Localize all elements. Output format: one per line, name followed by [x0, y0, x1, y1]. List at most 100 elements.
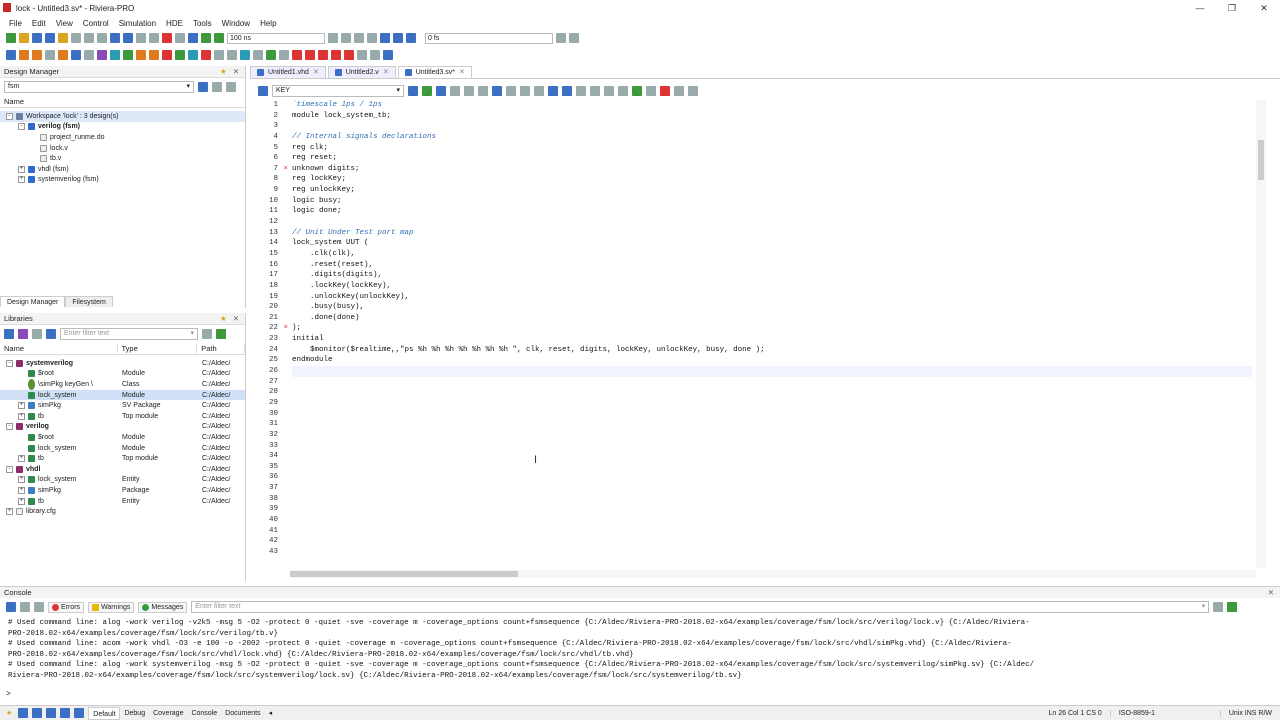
code-line[interactable]: .lockKey(lockKey),	[292, 281, 1252, 292]
messages-filter-button[interactable]: Messages	[138, 601, 188, 613]
pane-close-icon[interactable]: ✕	[233, 67, 239, 76]
align-icon[interactable]	[590, 85, 600, 96]
code-line[interactable]	[292, 504, 1252, 515]
binoculars-icon[interactable]	[258, 85, 268, 96]
check-icon[interactable]	[632, 85, 642, 96]
wrap-icon[interactable]	[548, 85, 558, 96]
menu-item-hde[interactable]: HDE	[161, 19, 188, 28]
menu-item-tools[interactable]: Tools	[188, 19, 217, 28]
error-marker-icon[interactable]: ×	[283, 323, 288, 334]
settings-icon[interactable]	[45, 50, 55, 60]
jump-icon[interactable]	[646, 85, 656, 96]
h-scrollbar-thumb[interactable]	[290, 571, 518, 577]
debug-icon[interactable]	[175, 50, 185, 60]
library-row[interactable]: + tb Entity C:/Aldec/	[0, 496, 245, 507]
layout-tab-console[interactable]: Console	[187, 707, 221, 720]
init-sim-icon[interactable]	[188, 33, 198, 43]
misc-icon[interactable]	[357, 50, 367, 60]
console-pin-icon[interactable]	[20, 602, 30, 612]
code-line[interactable]: $monitor($realtime,,"ps %h %h %h %h %h %…	[292, 345, 1252, 356]
step-icon[interactable]	[341, 33, 351, 43]
code-line[interactable]: .clk(clk),	[292, 249, 1252, 260]
library-row[interactable]: - vhdl C:/Aldec/	[0, 464, 245, 475]
console-prompt[interactable]: >	[6, 689, 11, 698]
watch-icon[interactable]	[227, 50, 237, 60]
editor-tab[interactable]: Untitled3.sv* ✕	[397, 66, 472, 78]
signal-icon[interactable]	[240, 50, 250, 60]
tab-close-icon[interactable]: ✕	[383, 67, 389, 79]
open-folder-icon[interactable]	[19, 33, 29, 43]
restart-icon[interactable]	[367, 33, 377, 43]
console-clear-icon[interactable]	[34, 602, 44, 612]
console-menu-icon[interactable]	[6, 602, 16, 612]
design-tree-item[interactable]: tb.v	[0, 153, 245, 164]
code-line[interactable]	[292, 472, 1252, 483]
code-line[interactable]	[292, 451, 1252, 462]
console-refresh-icon[interactable]	[1227, 602, 1238, 612]
code-line[interactable]	[292, 366, 1252, 377]
find-next-icon[interactable]	[408, 85, 418, 96]
library-add-icon[interactable]	[32, 50, 42, 60]
lib-new-icon[interactable]	[4, 329, 14, 339]
library-row[interactable]: $root Module C:/Aldec/	[0, 432, 245, 443]
library-column-path[interactable]: Path	[197, 344, 245, 353]
layout-tab-coverage[interactable]: Coverage	[149, 707, 187, 720]
code-line[interactable]: );	[292, 323, 1252, 334]
menu-item-edit[interactable]: Edit	[27, 19, 51, 28]
editor-tab[interactable]: Untitled1.vhd ✕	[250, 66, 326, 78]
save-icon[interactable]	[32, 33, 42, 43]
record-icon[interactable]	[201, 50, 211, 60]
tab-filesystem[interactable]: Filesystem	[65, 296, 113, 307]
design-tree-item[interactable]: lock.v	[0, 143, 245, 154]
design-browser-icon[interactable]	[71, 50, 81, 60]
indent-icon[interactable]	[492, 85, 502, 96]
code-line[interactable]	[292, 419, 1252, 430]
scrollbar-thumb[interactable]	[1258, 140, 1264, 180]
code-line[interactable]: logic done;	[292, 206, 1252, 217]
code-line[interactable]: reg reset;	[292, 153, 1252, 164]
expand-icon[interactable]: +	[18, 476, 25, 484]
library-column-type[interactable]: Type	[118, 344, 198, 353]
code-line[interactable]: reg clk;	[292, 143, 1252, 154]
pane-close-icon[interactable]: ✕	[1268, 588, 1274, 597]
compile-icon[interactable]	[175, 33, 185, 43]
code-line[interactable]: logic busy;	[292, 196, 1252, 207]
lib-refresh-icon[interactable]	[216, 329, 226, 339]
break-red-icon[interactable]	[318, 50, 328, 60]
triangle-left-icon[interactable]: ◂	[269, 709, 273, 717]
filter-icon[interactable]	[198, 82, 208, 92]
code-line[interactable]: initial	[292, 334, 1252, 345]
break-red2-icon[interactable]	[331, 50, 341, 60]
code-line[interactable]	[292, 217, 1252, 228]
options-icon[interactable]	[226, 82, 236, 92]
code-line[interactable]	[292, 462, 1252, 473]
library-row[interactable]: + simPkg SV Package C:/Aldec/	[0, 400, 245, 411]
encoding[interactable]: ISO-8859-1	[1109, 709, 1220, 717]
lib-view-icon[interactable]	[46, 329, 56, 339]
hierarchy-icon[interactable]	[84, 50, 94, 60]
dataflow-icon[interactable]	[188, 50, 198, 60]
library-row[interactable]: + lock_system Entity C:/Aldec/	[0, 475, 245, 486]
library-row[interactable]: + tb Top module C:/Aldec/	[0, 411, 245, 422]
scripts-icon[interactable]	[279, 50, 289, 60]
undo-icon[interactable]	[110, 33, 120, 43]
breakpoint-icon[interactable]	[162, 33, 172, 43]
code-line[interactable]: .digits(digits),	[292, 270, 1252, 281]
design-tree-item[interactable]: project_runme.do	[0, 132, 245, 143]
coverage-icon[interactable]	[136, 50, 146, 60]
refresh-icon[interactable]	[212, 82, 222, 92]
console-filter-input[interactable]: Enter filter text	[191, 601, 1210, 613]
console-filter-icon[interactable]	[1213, 602, 1224, 612]
code-line[interactable]: // Unit Under Test port map	[292, 228, 1252, 239]
trace-out-icon[interactable]	[406, 33, 416, 43]
library-row[interactable]: $root Module C:/Aldec/	[0, 369, 245, 380]
run-icon[interactable]	[201, 33, 211, 43]
bookmark-next-icon[interactable]	[450, 85, 460, 96]
trace-over-icon[interactable]	[393, 33, 403, 43]
editor-vertical-scrollbar[interactable]	[1256, 100, 1266, 568]
code-line[interactable]	[292, 483, 1252, 494]
error-marker-icon[interactable]: ×	[283, 164, 288, 175]
code-line[interactable]: lock_system UUT (	[292, 238, 1252, 249]
new-design-icon[interactable]	[6, 50, 16, 60]
error-nav-icon[interactable]	[660, 85, 670, 96]
